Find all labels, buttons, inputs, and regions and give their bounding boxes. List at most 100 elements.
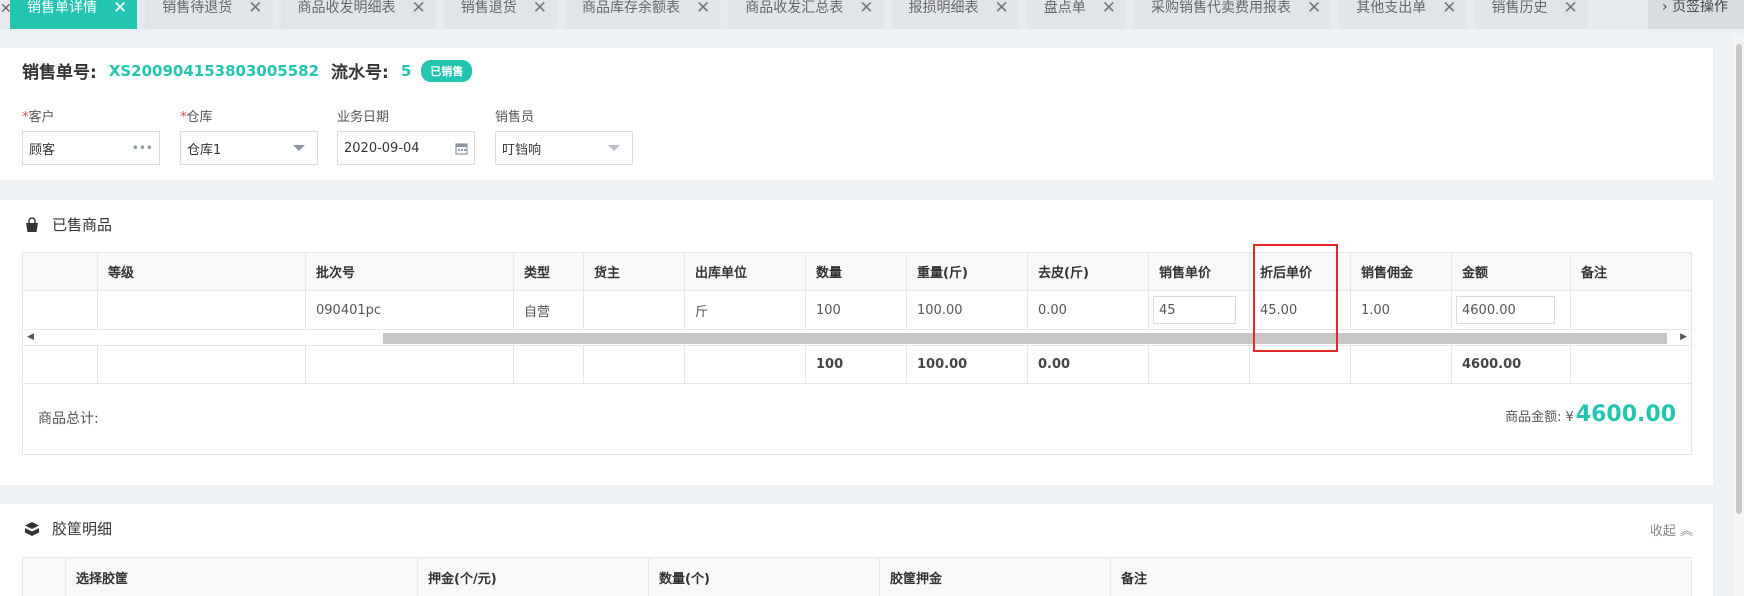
order-no: XS200904153803005582 — [108, 61, 320, 80]
highlight-box — [1253, 244, 1338, 352]
sold-goods-title: 已售商品 — [24, 214, 112, 235]
tab-other-expense[interactable]: 其他支出单 ✕ — [1339, 0, 1467, 29]
column-header: 胶筐押金 — [880, 558, 1111, 596]
biz-date-label: 业务日期 — [337, 110, 390, 125]
column-header: 类型 — [514, 253, 584, 290]
column-header: 去皮(斤) — [1028, 253, 1149, 290]
summary-cell — [1149, 346, 1250, 383]
salesperson-select[interactable]: 叮铛响 — [495, 131, 633, 165]
close-icon[interactable]: ✕ — [995, 0, 1009, 17]
close-icon[interactable]: ✕ — [859, 0, 873, 17]
salesperson-value: 叮铛响 — [502, 142, 542, 158]
crate-title: 胶筐明细 — [24, 518, 112, 539]
column-header — [23, 558, 66, 596]
column-header: 押金(个/元) — [418, 558, 649, 596]
summary-cell: 0.00 — [1028, 346, 1149, 383]
close-icon[interactable]: ✕ — [1102, 0, 1116, 17]
table-row: 090401pc 自营 斤 100 100.00 0.00 45 45.00 1… — [23, 291, 1691, 330]
crate-table: 选择胶筐 押金(个/元) 数量(个) 胶筐押金 备注 — [22, 557, 1692, 596]
tab-pending-return[interactable]: 销售待退货 ✕ — [145, 0, 273, 29]
summary-row: 100 100.00 0.00 4600.00 — [23, 346, 1691, 384]
collapse-label: 收起 — [1649, 524, 1676, 539]
amount-input[interactable]: 4600.00 — [1456, 296, 1556, 324]
column-header: 数量(个) — [649, 558, 880, 596]
table-cell: 1.00 — [1351, 291, 1452, 329]
warehouse-field: *仓库 仓库1 — [180, 106, 318, 165]
close-icon[interactable]: ✕ — [1307, 0, 1321, 17]
chevron-right-icon: › — [1662, 0, 1668, 15]
box-icon — [25, 521, 39, 536]
tab-goods-io-detail[interactable]: 商品收发明细表 ✕ — [280, 0, 436, 29]
horizontal-scrollbar[interactable]: ◀ ▶ — [23, 330, 1691, 346]
scroll-left-icon[interactable]: ◀ — [27, 332, 34, 342]
close-icon[interactable]: ✕ — [1442, 0, 1456, 17]
close-icon[interactable]: ✕ — [1564, 0, 1578, 17]
table-cell: 斤 — [685, 291, 806, 329]
column-header: 数量 — [806, 253, 907, 290]
summary-cell — [98, 346, 306, 383]
close-icon[interactable]: ✕ — [533, 0, 547, 17]
tab-bar: ✕ 销售单详情 ✕ 销售待退货 ✕ 商品收发明细表 ✕ 销售退货 ✕ 商品库存余额表 ✕ … — [0, 0, 1744, 29]
close-icon[interactable]: ✕ — [248, 0, 262, 17]
summary-cell — [584, 346, 685, 383]
customer-label-text: 客户 — [28, 110, 55, 125]
scrollbar-thumb[interactable] — [383, 333, 1667, 344]
tab-loss-detail[interactable]: 报损明细表 ✕ — [891, 0, 1019, 29]
table-cell: 100.00 — [907, 291, 1028, 329]
vertical-scrollbar[interactable] — [1734, 34, 1744, 596]
chevron-down-icon — [608, 145, 620, 151]
customer-label: *客户 — [22, 106, 160, 126]
column-header: 备注 — [1581, 266, 1608, 281]
unit-price-cell: 45 — [1149, 291, 1250, 329]
unit-price-input[interactable]: 45 — [1153, 296, 1236, 324]
table-cell — [23, 291, 98, 329]
crate-title-text: 胶筐明细 — [52, 520, 113, 538]
tab-sales-history[interactable]: 销售历史 ✕ — [1474, 0, 1588, 29]
tab-consign-fee-report[interactable]: 采购销售代卖费用报表 ✕ — [1134, 0, 1332, 29]
table-cell — [1571, 291, 1691, 329]
goods-amount-label: 商品金额: — [1505, 410, 1562, 425]
warehouse-label-text: 仓库 — [186, 110, 213, 125]
tab-label: 销售待退货 — [162, 0, 233, 16]
warehouse-label: *仓库 — [180, 106, 318, 126]
tab-label: 采购销售代卖费用报表 — [1151, 0, 1291, 16]
close-icon[interactable]: ✕ — [0, 0, 12, 29]
customer-field: *客户 顾客 ••• — [22, 106, 160, 165]
warehouse-select[interactable]: 仓库1 — [180, 131, 318, 165]
tab-stocktake[interactable]: 盘点单 ✕ — [1026, 0, 1126, 29]
tab-label: 销售历史 — [1491, 0, 1548, 16]
tab-goods-io-summary[interactable]: 商品收发汇总表 ✕ — [728, 0, 884, 29]
tab-sales-return[interactable]: 销售退货 ✕ — [443, 0, 557, 29]
biz-date-input[interactable]: 2020-09-04 — [337, 131, 475, 165]
tab-label: 报损明细表 — [908, 0, 979, 16]
more-icon[interactable]: ••• — [132, 141, 153, 155]
calendar-icon[interactable] — [455, 142, 468, 155]
collapse-button[interactable]: 收起 ︽ — [1650, 520, 1693, 539]
customer-input[interactable]: 顾客 ••• — [22, 131, 160, 165]
summary-cell — [685, 346, 806, 383]
biz-date-field: 业务日期 2020-09-04 — [337, 106, 475, 165]
summary-cell — [23, 346, 98, 383]
summary-cell: 4600.00 — [1452, 346, 1571, 383]
currency-symbol: ¥ — [1565, 410, 1574, 425]
column-header: 销售单价 — [1149, 253, 1250, 290]
summary-cell — [1571, 346, 1691, 383]
close-icon[interactable]: ✕ — [696, 0, 710, 17]
sold-goods-title-text: 已售商品 — [52, 216, 113, 234]
salesperson-label: 销售员 — [495, 110, 535, 125]
scroll-right-icon[interactable]: ▶ — [1680, 332, 1687, 342]
amount-cell: 4600.00 — [1452, 291, 1571, 329]
basket-icon — [26, 216, 38, 232]
close-icon[interactable]: ✕ — [113, 0, 127, 17]
sold-goods-table: 等级 批次号 类型 货主 出库单位 数量 重量(斤) 去皮(斤) 销售单价 折后… — [22, 252, 1692, 455]
column-header: 销售佣金 — [1351, 253, 1452, 290]
scrollbar-thumb[interactable] — [1736, 44, 1742, 514]
tab-stock-balance[interactable]: 商品库存余额表 ✕ — [565, 0, 721, 29]
close-icon[interactable]: ✕ — [412, 0, 426, 17]
tab-sales-detail[interactable]: 销售单详情 ✕ — [10, 0, 138, 29]
table-cell: 100 — [806, 291, 907, 329]
tab-ops-button[interactable]: › 页签操作 — [1648, 0, 1744, 29]
tab-label: 销售退货 — [460, 0, 517, 16]
summary-cell — [1351, 346, 1452, 383]
order-info-panel: 销售单号: XS200904153803005582 流水号: 5 已销售 *客… — [0, 48, 1713, 180]
